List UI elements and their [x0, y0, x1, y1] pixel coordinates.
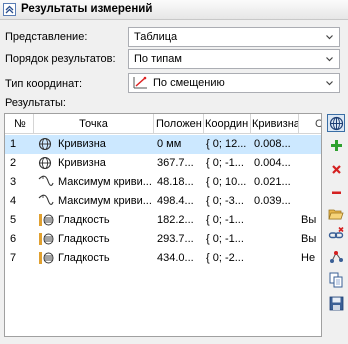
cell-extra: Не	[301, 252, 316, 264]
copy-icon	[329, 272, 342, 288]
representation-value: Таблица	[134, 31, 178, 43]
cell-coordinates: { 0; -3...	[206, 195, 244, 207]
table-row[interactable]: 7 Гладкость 434.0...{ 0; -2... Не	[5, 249, 321, 268]
cell-position: 182.2...	[157, 214, 194, 226]
table-row[interactable]: 3 Максимум криви... 48.18...{ 0; 10... 0.02…	[5, 173, 321, 192]
collapse-button[interactable]	[3, 3, 16, 16]
measure-button[interactable]	[327, 114, 345, 132]
remove-button[interactable]	[327, 183, 345, 201]
chevron-down-icon	[326, 57, 333, 62]
cell-point: Кривизна	[58, 138, 106, 150]
cell-point: Кривизна	[58, 157, 106, 169]
chevron-down-icon	[326, 35, 333, 40]
delete-button[interactable]	[327, 160, 345, 178]
cell-position: 293.7...	[157, 233, 194, 245]
cell-extra	[299, 135, 321, 154]
column-header-coordinates[interactable]: Координ	[204, 114, 251, 134]
cell-coordinates: { 0; -2...	[206, 252, 244, 264]
order-value: По типам	[134, 53, 182, 65]
coord-type-label: Тип координат:	[5, 78, 83, 90]
points-icon	[330, 251, 343, 263]
cell-curvature: 0.008...	[254, 138, 291, 150]
order-dropdown[interactable]: По типам	[128, 49, 340, 69]
copy-button[interactable]	[327, 271, 345, 289]
table-row[interactable]: 6 Гладкость 293.7...{ 0; -1... Вы	[5, 230, 321, 249]
curvature-icon	[38, 137, 52, 154]
order-label: Порядок результатов:	[5, 53, 116, 65]
cell-curvature	[251, 249, 299, 268]
cell-number: 2	[10, 157, 17, 169]
save-icon	[329, 296, 343, 310]
cell-extra	[299, 154, 321, 173]
cell-number: 3	[10, 176, 17, 188]
unlink-button[interactable]	[327, 226, 345, 244]
table-row[interactable]: 1 Кривизна 0 мм { 0; 12... 0.008...	[5, 135, 321, 154]
coord-type-value: По смещению	[153, 77, 225, 89]
cell-number: 7	[10, 252, 17, 264]
cell-extra	[299, 173, 321, 192]
cell-position: 498.4...	[157, 195, 194, 207]
cell-coordinates: { 0; 12...	[206, 138, 247, 150]
delete-icon	[331, 164, 341, 174]
cell-curvature	[251, 230, 299, 249]
cell-position: 0 мм	[157, 138, 182, 150]
cell-number: 6	[10, 233, 17, 245]
save-button[interactable]	[327, 294, 345, 312]
panel-title: Результаты измерений	[21, 3, 153, 15]
cell-coordinates: { 0; -1...	[206, 214, 244, 226]
curvature-icon	[38, 156, 52, 173]
cell-coordinates: { 0; 10...	[206, 176, 247, 188]
column-header-number[interactable]: №	[5, 114, 34, 134]
cell-curvature: 0.004...	[254, 157, 291, 169]
results-table[interactable]: № Точка Положен Координ Кривизна С 1 Крив…	[4, 113, 322, 337]
column-header-position[interactable]: Положен	[154, 114, 204, 134]
smoothness-icon	[38, 213, 54, 230]
cell-number: 1	[10, 138, 17, 150]
table-row[interactable]: 4 Максимум криви... 498.4...{ 0; -3... 0.03…	[5, 192, 321, 211]
chevron-down-icon	[326, 81, 333, 86]
results-label: Результаты:	[5, 97, 66, 109]
cell-coordinates: { 0; -1...	[206, 233, 244, 245]
add-icon	[330, 139, 342, 151]
cell-position: 367.7...	[157, 157, 194, 169]
panel-header: Результаты измерений	[0, 0, 348, 20]
column-header-point[interactable]: Точка	[34, 114, 154, 134]
points-button[interactable]	[327, 248, 345, 266]
representation-dropdown[interactable]: Таблица	[128, 27, 340, 47]
table-header: № Точка Положен Координ Кривизна С	[5, 114, 321, 134]
curvature-max-icon	[38, 194, 54, 209]
representation-label: Представление:	[5, 31, 88, 43]
open-folder-icon	[328, 209, 344, 220]
remove-icon	[331, 191, 341, 194]
cell-curvature	[251, 211, 299, 230]
cell-curvature: 0.021...	[254, 176, 291, 188]
table-row[interactable]: 2 Кривизна 367.7... { 0; -1... 0.004...	[5, 154, 321, 173]
smoothness-icon	[38, 232, 54, 249]
column-header-curvature[interactable]: Кривизна	[251, 114, 299, 134]
unlink-icon	[328, 227, 344, 239]
coordinate-offset-icon	[133, 76, 147, 89]
add-button[interactable]	[327, 136, 345, 154]
cell-curvature: 0.039...	[254, 195, 291, 207]
cell-position: 48.18...	[157, 176, 194, 188]
open-button[interactable]	[327, 205, 345, 223]
column-header-extra[interactable]: С	[299, 114, 321, 134]
smoothness-icon	[38, 251, 54, 268]
cell-extra	[299, 192, 321, 211]
cell-number: 4	[10, 195, 17, 207]
cell-number: 5	[10, 214, 17, 226]
chevron-up-icon	[5, 5, 14, 14]
cell-extra: Вы	[301, 214, 317, 226]
cell-position: 434.0...	[157, 252, 194, 264]
cell-extra: Вы	[301, 233, 317, 245]
measure-icon	[329, 116, 343, 130]
cell-coordinates: { 0; -1...	[206, 157, 244, 169]
table-row[interactable]: 5 Гладкость 182.2...{ 0; -1... Вы	[5, 211, 321, 230]
coord-type-dropdown[interactable]: По смещению	[128, 73, 340, 93]
curvature-max-icon	[38, 175, 54, 190]
